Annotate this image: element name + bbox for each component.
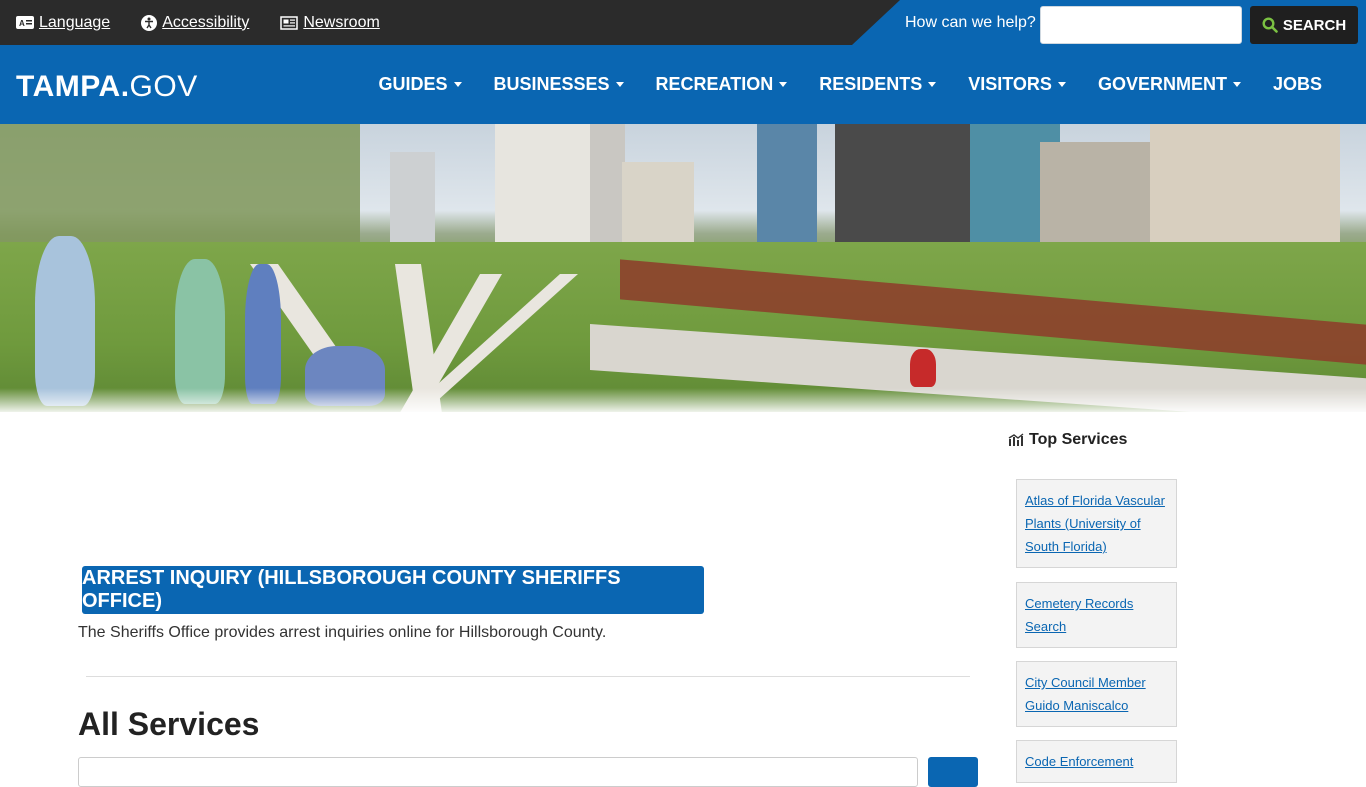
top-services-label: Top Services <box>1029 431 1128 448</box>
nav-residents[interactable]: RESIDENTS <box>803 74 952 95</box>
newsroom-icon <box>280 15 299 30</box>
service-link[interactable]: Atlas of Florida Vascular Plants (Univer… <box>1025 489 1168 558</box>
nav-jobs[interactable]: JOBS <box>1257 74 1366 95</box>
services-filter-button[interactable] <box>928 757 978 787</box>
service-card: Atlas of Florida Vascular Plants (Univer… <box>1016 479 1177 568</box>
chevron-down-icon <box>1232 82 1241 87</box>
logo-secondary: GOV <box>129 70 198 103</box>
search-button-label: SEARCH <box>1282 16 1347 34</box>
utility-bar: A Language Accessibility Newsroom How ca… <box>0 0 1366 45</box>
park-visitor <box>35 236 95 406</box>
chevron-down-icon <box>615 82 624 87</box>
nav-visitors[interactable]: VISITORS <box>952 74 1082 95</box>
service-link[interactable]: Code Enforcement <box>1025 750 1168 773</box>
service-link[interactable]: City Council Member Guido Maniscalco <box>1025 671 1168 717</box>
section-divider <box>86 676 970 677</box>
services-filter-input[interactable] <box>78 757 918 787</box>
chevron-down-icon <box>779 82 788 87</box>
arrest-inquiry-button[interactable]: ARREST INQUIRY (HILLSBOROUGH COUNTY SHER… <box>82 566 704 614</box>
top-services-heading: Top Services <box>1008 431 1127 449</box>
chart-line-icon <box>1008 433 1024 446</box>
chevron-down-icon <box>453 82 462 87</box>
nav-government[interactable]: GOVERNMENT <box>1082 74 1257 95</box>
park-visitor <box>910 349 936 387</box>
site-logo[interactable]: TAMPA.GOV <box>16 70 198 104</box>
search-button[interactable]: SEARCH <box>1250 6 1358 44</box>
all-services-heading: All Services <box>78 706 260 742</box>
utility-links: A Language Accessibility Newsroom <box>16 0 380 45</box>
search-icon <box>1262 17 1278 33</box>
nav-recreation-label: RECREATION <box>655 74 774 94</box>
nav-government-label: GOVERNMENT <box>1097 74 1227 94</box>
chevron-down-icon <box>928 82 937 87</box>
hero-banner-image <box>0 124 1366 412</box>
primary-nav: GUIDES BUSINESSES RECREATION RESIDENTS V… <box>362 45 1366 124</box>
arrest-inquiry-description: The Sheriffs Office provides arrest inqu… <box>78 624 607 641</box>
nav-guides-label: GUIDES <box>378 74 448 94</box>
nav-jobs-label: JOBS <box>1272 74 1322 94</box>
nav-residents-label: RESIDENTS <box>819 74 923 94</box>
main-navbar: TAMPA.GOV GUIDES BUSINESSES RECREATION R… <box>0 45 1366 124</box>
language-label: Language <box>39 13 111 31</box>
park-visitor <box>175 259 225 404</box>
logo-primary: TAMPA. <box>16 70 130 103</box>
accessibility-link[interactable]: Accessibility <box>141 14 249 32</box>
language-icon: A <box>16 15 34 29</box>
site-search-input[interactable] <box>1040 6 1242 44</box>
nav-businesses-label: BUSINESSES <box>493 74 610 94</box>
svg-text:A: A <box>19 19 25 28</box>
service-card: Cemetery Records Search <box>1016 582 1177 648</box>
newsroom-label: Newsroom <box>303 13 380 31</box>
nav-businesses[interactable]: BUSINESSES <box>478 74 640 95</box>
nav-visitors-label: VISITORS <box>968 74 1052 94</box>
chevron-down-icon <box>1057 82 1066 87</box>
accessibility-label: Accessibility <box>162 13 250 31</box>
nav-recreation[interactable]: RECREATION <box>640 74 804 95</box>
nav-guides[interactable]: GUIDES <box>362 74 477 95</box>
language-link[interactable]: A Language <box>16 14 110 32</box>
search-help-label: How can we help? <box>905 14 1036 31</box>
hero-fade <box>0 388 1366 412</box>
service-link[interactable]: Cemetery Records Search <box>1025 592 1168 638</box>
service-card: Code Enforcement <box>1016 740 1177 783</box>
park-visitor <box>245 264 281 404</box>
service-card: City Council Member Guido Maniscalco <box>1016 661 1177 727</box>
newsroom-link[interactable]: Newsroom <box>280 13 380 32</box>
accessibility-icon <box>141 14 158 31</box>
